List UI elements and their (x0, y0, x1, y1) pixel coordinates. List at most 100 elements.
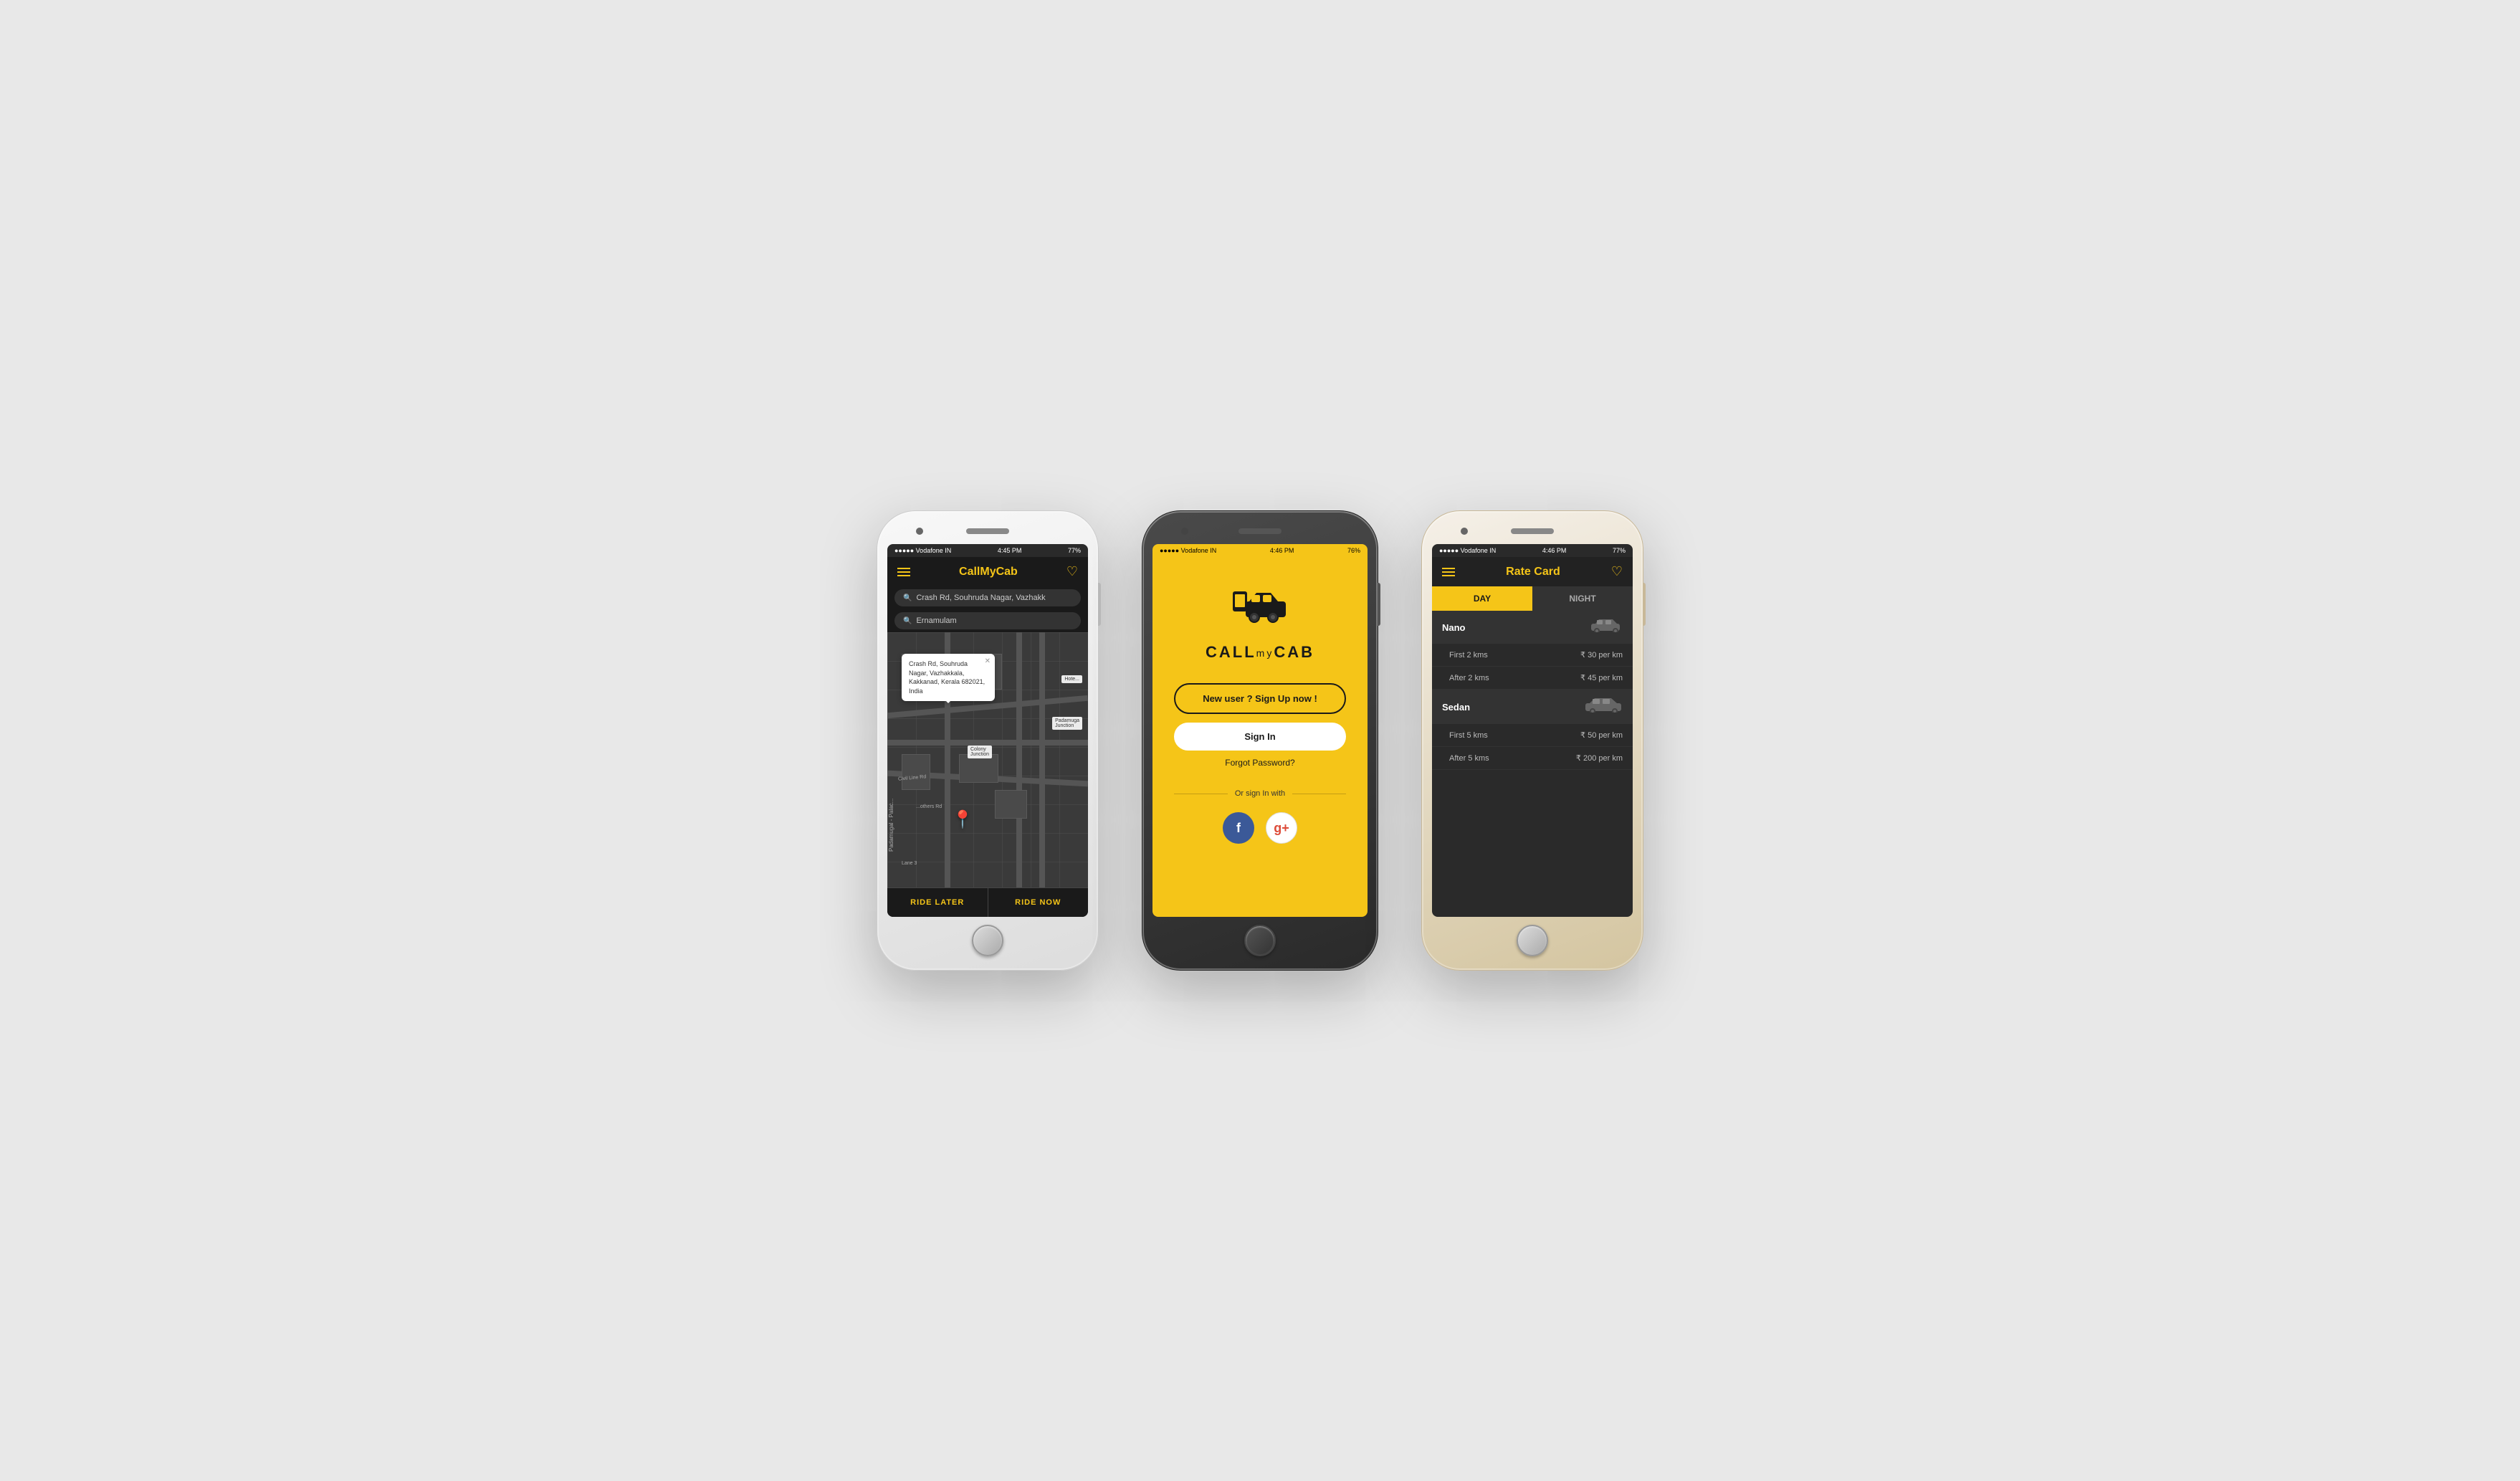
sedan-rate-2: After 5 kms ₹ 200 per km (1432, 747, 1633, 770)
status-time-1: 4:45 PM (998, 547, 1022, 554)
search-icon-2: 🔍 (903, 617, 912, 625)
signup-button[interactable]: New user ? Sign Up now ! (1174, 683, 1346, 714)
status-time-2: 4:46 PM (1270, 547, 1294, 554)
night-tab[interactable]: NIGHT (1532, 586, 1633, 611)
rate-list: Nano (1432, 611, 1633, 917)
status-bar-3: ●●●●● Vodafone IN 4:46 PM 77% (1432, 544, 1633, 557)
nano-category: Nano (1432, 611, 1633, 644)
status-battery-3: 77% (1613, 547, 1626, 554)
tooltip-close[interactable]: ✕ (985, 657, 991, 667)
day-tab[interactable]: DAY (1432, 586, 1532, 611)
social-buttons: f g+ (1223, 812, 1297, 844)
rate-card-header: Rate Card ♡ (1432, 557, 1633, 586)
screen-3-content: Rate Card ♡ DAY NIGHT Nano (1432, 557, 1633, 917)
tooltip-text: Crash Rd, Souhruda Nagar, Vazhakkala, Ka… (909, 660, 985, 695)
status-battery-2: 76% (1347, 547, 1360, 554)
forgot-password-text[interactable]: Forgot Password? (1225, 758, 1294, 768)
map-area: ✕ Crash Rd, Souhruda Nagar, Vazhakkala, … (887, 632, 1088, 887)
nano-after-value: ₹ 45 per km (1580, 673, 1623, 682)
search-text-2: Ernamulam (916, 616, 956, 625)
home-button-1[interactable] (972, 925, 1003, 956)
logo-text: CALLmyCAB (1206, 643, 1314, 662)
map-tooltip: ✕ Crash Rd, Souhruda Nagar, Vazhakkala, … (902, 654, 995, 701)
map-building-3 (902, 754, 930, 790)
map-pin: 📍 (952, 809, 973, 830)
map-label-hotel: Hote... (1061, 675, 1082, 683)
signin-button[interactable]: Sign In (1174, 723, 1346, 751)
map-road-v3 (1039, 632, 1045, 887)
sedan-first-label: First 5 kms (1449, 731, 1488, 740)
status-time-3: 4:46 PM (1542, 547, 1567, 554)
logo-icon (1231, 586, 1289, 637)
search-icon-1: 🔍 (903, 594, 912, 602)
phone-3-speaker (1511, 528, 1554, 534)
phone-1: ●●●●● Vodafone IN 4:45 PM 77% CallMyCab … (877, 510, 1099, 971)
nano-first-value: ₹ 30 per km (1580, 650, 1623, 659)
phone-2-speaker (1238, 528, 1282, 534)
sedan-rate-1: First 5 kms ₹ 50 per km (1432, 724, 1633, 747)
phone-3-top (1432, 521, 1633, 541)
logo-area: CALLmyCAB (1206, 586, 1314, 662)
nano-rate-2: After 2 kms ₹ 45 per km (1432, 667, 1633, 690)
screen-1-content: CallMyCab ♡ 🔍 Crash Rd, Souhruda Nagar, … (887, 557, 1088, 917)
sedan-after-label: After 5 kms (1449, 754, 1489, 763)
home-button-3[interactable] (1517, 925, 1548, 956)
phone-3-bottom (1432, 917, 1633, 960)
hamburger-menu-1[interactable] (897, 568, 910, 576)
divider-text: Or sign In with (1235, 789, 1285, 798)
ride-later-btn[interactable]: RIDE LATER (887, 888, 988, 917)
phone-1-screen: ●●●●● Vodafone IN 4:45 PM 77% CallMyCab … (887, 544, 1088, 917)
map-building-4 (959, 754, 998, 783)
facebook-button[interactable]: f (1223, 812, 1254, 844)
status-battery-1: 77% (1068, 547, 1081, 554)
sedan-car-icon (1584, 697, 1623, 717)
sedan-first-value: ₹ 50 per km (1580, 730, 1623, 740)
phone-3-screen: ●●●●● Vodafone IN 4:46 PM 77% Rate Card … (1432, 544, 1633, 917)
nano-after-label: After 2 kms (1449, 674, 1489, 682)
phone-1-camera (916, 528, 923, 535)
phone-2-bottom (1152, 917, 1368, 960)
phone-1-top (887, 521, 1088, 541)
map-text-padamugal: Padamugal - Palac... (888, 799, 894, 852)
heart-icon-1[interactable]: ♡ (1066, 564, 1078, 579)
day-night-tabs: DAY NIGHT (1432, 586, 1633, 611)
phone-3-camera (1461, 528, 1468, 535)
map-label-padamuga: PadamugaJunction (1052, 717, 1082, 730)
heart-icon-3[interactable]: ♡ (1611, 564, 1623, 579)
hamburger-menu-3[interactable] (1442, 568, 1455, 576)
map-road-h2 (887, 740, 1088, 746)
nano-rate-1: First 2 kms ₹ 30 per km (1432, 644, 1633, 667)
phone-2-camera (1181, 528, 1188, 535)
sedan-after-value: ₹ 200 per km (1576, 753, 1623, 763)
search-text-1: Crash Rd, Souhruda Nagar, Vazhakk (916, 594, 1045, 602)
map-building-5 (995, 790, 1027, 819)
google-plus-button[interactable]: g+ (1266, 812, 1297, 844)
ride-now-btn[interactable]: RIDE NOW (988, 888, 1089, 917)
rate-card-title: Rate Card (1506, 566, 1560, 578)
phone-2: ●●●●● Vodafone IN 4:46 PM 76% (1142, 510, 1378, 971)
app-header-1: CallMyCab ♡ (887, 557, 1088, 586)
phone-3: ●●●●● Vodafone IN 4:46 PM 77% Rate Card … (1421, 510, 1643, 971)
phone-1-speaker (966, 528, 1009, 534)
home-button-2[interactable] (1244, 925, 1276, 956)
action-bar: RIDE LATER RIDE NOW (887, 887, 1088, 917)
status-bar-2: ●●●●● Vodafone IN 4:46 PM 76% (1152, 544, 1368, 557)
app-title-1: CallMyCab (959, 566, 1018, 578)
nano-label: Nano (1442, 622, 1466, 633)
search-bar-1[interactable]: 🔍 Crash Rd, Souhruda Nagar, Vazhakk (894, 589, 1081, 606)
phone-1-bottom (887, 917, 1088, 960)
sedan-category: Sedan (1432, 690, 1633, 724)
map-label-colony: ColonyJunction (968, 746, 992, 758)
status-carrier-2: ●●●●● Vodafone IN (1160, 547, 1216, 554)
map-text-lane: Lane 3 (902, 861, 917, 866)
status-bar-1: ●●●●● Vodafone IN 4:45 PM 77% (887, 544, 1088, 557)
screen-2-content: CALLmyCAB New user ? Sign Up now ! Sign … (1152, 557, 1368, 917)
status-carrier-3: ●●●●● Vodafone IN (1439, 547, 1496, 554)
sedan-label: Sedan (1442, 702, 1470, 713)
social-divider: Or sign In with (1174, 789, 1346, 798)
map-road-v2 (1016, 632, 1022, 887)
phone-2-top (1152, 521, 1368, 541)
search-bar-2[interactable]: 🔍 Ernamulam (894, 612, 1081, 629)
nano-first-label: First 2 kms (1449, 651, 1488, 659)
map-text-brothers: ...others Rd (916, 804, 942, 809)
